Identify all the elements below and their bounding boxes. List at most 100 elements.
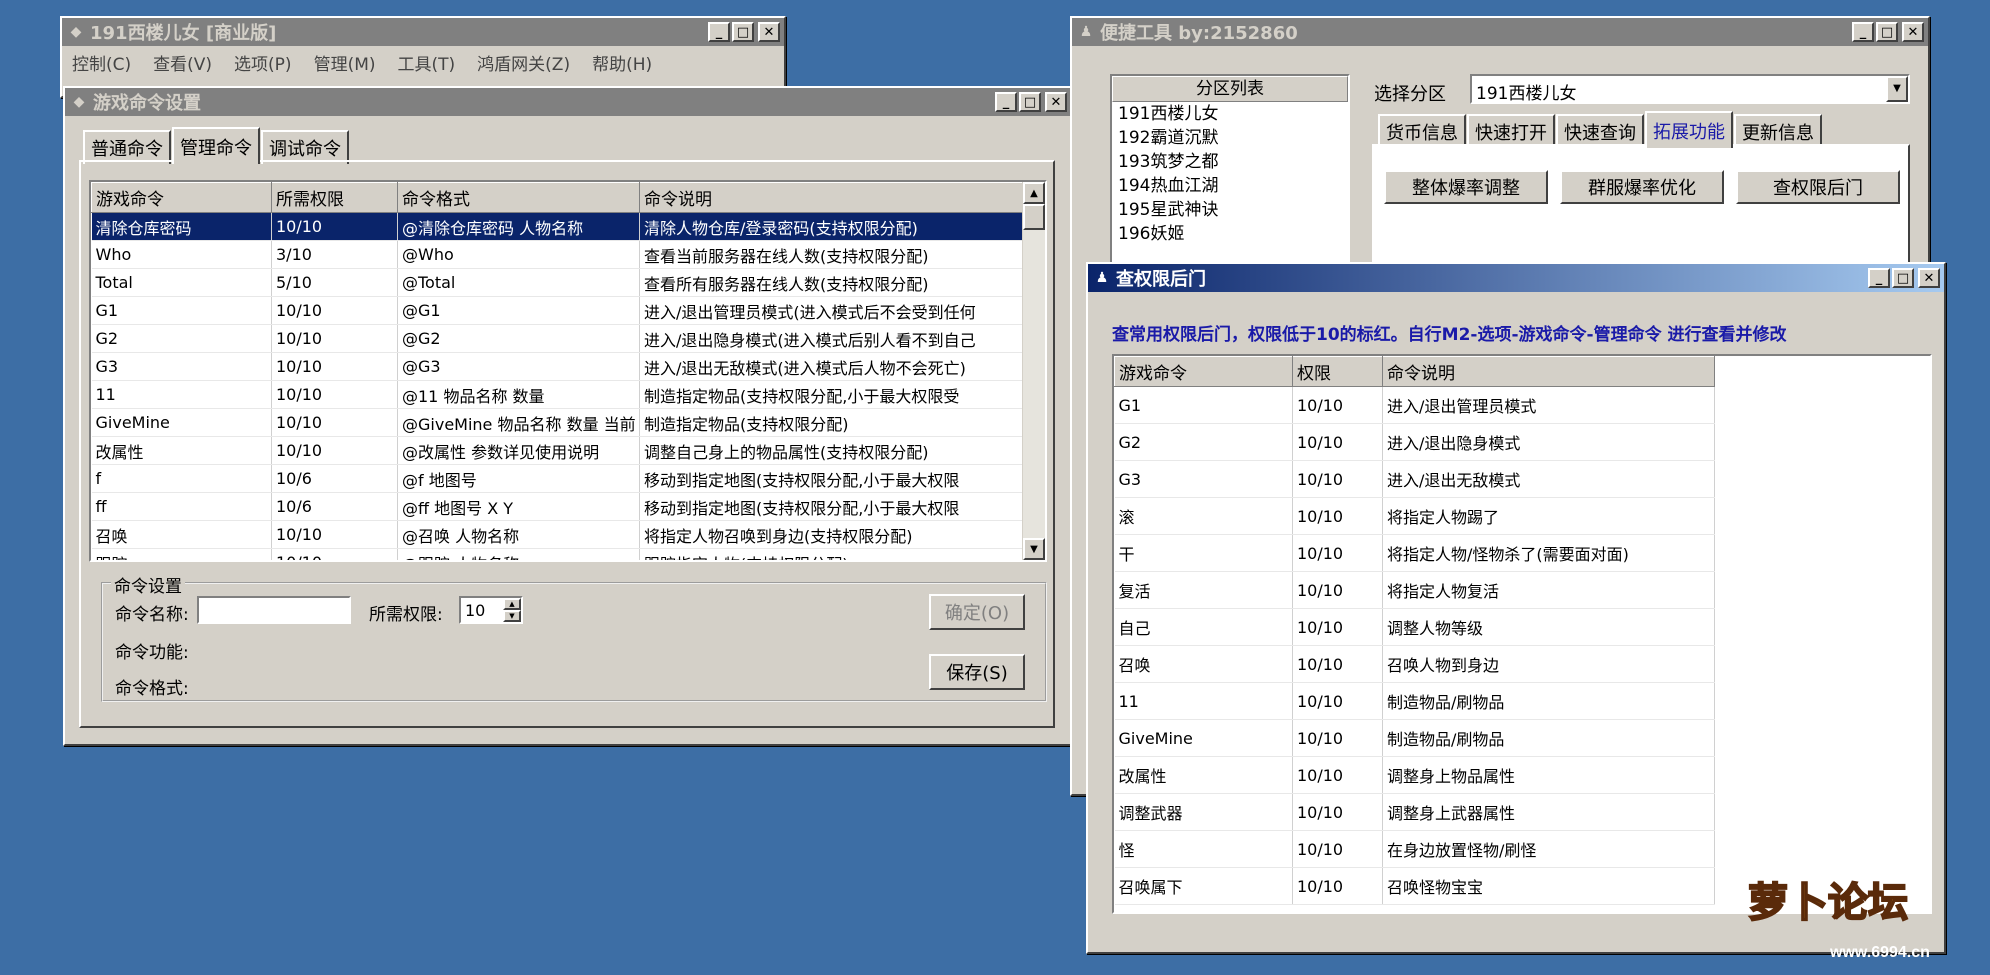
- column-header[interactable]: 所需权限: [271, 182, 398, 213]
- table-row[interactable]: 干 10/10 将指定人物/怪物杀了(需要面对面): [1114, 534, 1715, 572]
- command-function-label: 命令功能:: [115, 643, 189, 663]
- table-row[interactable]: 11 10/10 @11 物品名称 数量 制造指定物品(支持权限分配,小于最大权限受: [91, 380, 1024, 409]
- table-row[interactable]: f 10/6 @f 地图号 移动到指定地图(支持权限分配,小于最大权限: [91, 464, 1024, 493]
- table-row[interactable]: ff 10/6 @ff 地图号 X Y 移动到指定地图(支持权限分配,小于最大权限: [91, 492, 1024, 521]
- spin-down-button[interactable]: ▼: [503, 610, 521, 622]
- table-cell: 召唤: [91, 520, 272, 549]
- tab-normal-commands[interactable]: 普通命令: [83, 130, 171, 164]
- table-row[interactable]: 调整武器 10/10 调整身上武器属性: [1114, 793, 1715, 831]
- scroll-down-button[interactable]: ▼: [1023, 538, 1045, 560]
- close-button[interactable]: ✕: [758, 22, 780, 42]
- table-row[interactable]: 11 10/10 制造物品/刷物品: [1114, 682, 1715, 720]
- menu-item[interactable]: 控制(C): [72, 50, 131, 75]
- maximize-button[interactable]: □: [1892, 268, 1914, 288]
- table-row[interactable]: G1 10/10 进入/退出管理员模式: [1114, 386, 1715, 424]
- table-cell: G1: [91, 296, 272, 325]
- table-row[interactable]: 改属性 10/10 调整身上物品属性: [1114, 756, 1715, 794]
- table-row[interactable]: Who 3/10 @Who 查看当前服务器在线人数(支持权限分配): [91, 240, 1024, 269]
- table-cell: @G1: [397, 296, 640, 325]
- menu-item[interactable]: 查看(V): [153, 50, 212, 75]
- tab-debug-commands[interactable]: 调试命令: [261, 130, 349, 164]
- table-row[interactable]: 滚 10/10 将指定人物踢了: [1114, 497, 1715, 535]
- table-row[interactable]: G3 10/10 @G3 进入/退出无敌模式(进入模式后人物不会死亡): [91, 352, 1024, 381]
- table-row[interactable]: 清除仓库密码 10/10 @清除仓库密码 人物名称 清除人物仓库/登录密码(支持权限分…: [91, 212, 1024, 241]
- table-row[interactable]: 召唤 10/10 召唤人物到身边: [1114, 645, 1715, 683]
- table-cell: G3: [91, 352, 272, 381]
- column-header[interactable]: 命令说明: [1382, 356, 1715, 387]
- maximize-button[interactable]: □: [1019, 92, 1041, 112]
- command-format-label: 命令格式:: [115, 679, 189, 699]
- table-row[interactable]: G1 10/10 @G1 进入/退出管理员模式(进入模式后不会受到任何: [91, 296, 1024, 325]
- tools-tab[interactable]: 快速查询: [1556, 114, 1644, 148]
- table-row[interactable]: 改属性 10/10 @改属性 参数详见使用说明 调整自己身上的物品属性(支持权限分配): [91, 436, 1024, 465]
- scroll-up-button[interactable]: ▲: [1023, 182, 1045, 204]
- minimize-button[interactable]: _: [995, 92, 1017, 112]
- tab-admin-commands[interactable]: 管理命令: [172, 127, 260, 164]
- table-row[interactable]: 召唤属下 10/10 召唤怪物宝宝: [1114, 867, 1715, 905]
- table-scrollbar[interactable]: ▲ ▼: [1022, 182, 1045, 560]
- partition-list-item[interactable]: 194热血江湖: [1112, 174, 1348, 198]
- chevron-down-icon[interactable]: ▼: [1886, 76, 1908, 102]
- tools-tab[interactable]: 更新信息: [1734, 114, 1822, 148]
- backdoor-hint: 查常用权限后门，权限低于10的标红。自行M2-选项-游戏命令-管理命令 进行查看…: [1112, 325, 1787, 345]
- confirm-button[interactable]: 确定(O): [929, 594, 1025, 630]
- partition-select[interactable]: 191西楼儿女 ▼: [1470, 74, 1910, 104]
- menu-item[interactable]: 管理(M): [314, 50, 376, 75]
- partition-list-item[interactable]: 196妖姬: [1112, 222, 1348, 246]
- table-row[interactable]: G3 10/10 进入/退出无敌模式: [1114, 460, 1715, 498]
- column-header[interactable]: 游戏命令: [1114, 356, 1293, 387]
- table-row[interactable]: G2 10/10 @G2 进入/退出隐身模式(进入模式后别人看不到自己: [91, 324, 1024, 353]
- partition-list-item[interactable]: 193筑梦之都: [1112, 150, 1348, 174]
- table-cell: 将指定人物踢了: [1382, 497, 1715, 535]
- column-header[interactable]: 权限: [1292, 356, 1383, 387]
- command-name-input[interactable]: [197, 596, 351, 624]
- tools-window-titlebar: ♟ 便捷工具 by:2152860 _ □ ✕: [1072, 18, 1928, 46]
- close-button[interactable]: ✕: [1045, 92, 1067, 112]
- table-row[interactable]: GiveMine 10/10 制造物品/刷物品: [1114, 719, 1715, 757]
- partition-list-item[interactable]: 192霸道沉默: [1112, 126, 1348, 150]
- minimize-button[interactable]: _: [708, 22, 730, 42]
- table-cell: 10/10: [271, 520, 398, 549]
- table-cell: 10/10: [1292, 756, 1383, 794]
- close-button[interactable]: ✕: [1902, 22, 1924, 42]
- save-button[interactable]: 保存(S): [929, 654, 1025, 690]
- overall-droprate-button[interactable]: 整体爆率调整: [1384, 170, 1548, 204]
- partition-list-item[interactable]: 191西楼儿女: [1112, 102, 1348, 126]
- table-row[interactable]: G2 10/10 进入/退出隐身模式: [1114, 423, 1715, 461]
- menu-item[interactable]: 鸿盾网关(Z): [477, 50, 570, 75]
- table-cell: 复活: [1114, 571, 1293, 609]
- check-backdoor-button[interactable]: 查权限后门: [1736, 170, 1900, 204]
- minimize-button[interactable]: _: [1868, 268, 1890, 288]
- column-header[interactable]: 命令说明: [639, 182, 1024, 213]
- scroll-thumb[interactable]: [1023, 204, 1045, 230]
- maximize-button[interactable]: □: [732, 22, 754, 42]
- permission-spinner[interactable]: 10 ▲ ▼: [459, 596, 523, 624]
- table-cell: 调整身上物品属性: [1382, 756, 1715, 794]
- maximize-button[interactable]: □: [1876, 22, 1898, 42]
- tools-tab[interactable]: 货币信息: [1378, 114, 1466, 148]
- table-cell: 10/10: [1292, 645, 1383, 683]
- column-header[interactable]: 命令格式: [397, 182, 640, 213]
- column-header[interactable]: 游戏命令: [91, 182, 272, 213]
- menu-item[interactable]: 帮助(H): [592, 50, 652, 75]
- table-cell: 查看所有服务器在线人数(支持权限分配): [639, 268, 1024, 297]
- tools-tab[interactable]: 快速打开: [1467, 114, 1555, 148]
- table-cell: 改属性: [91, 436, 272, 465]
- menu-item[interactable]: 工具(T): [398, 50, 456, 75]
- partition-list-item[interactable]: 195星武神诀: [1112, 198, 1348, 222]
- table-cell: @ff 地图号 X Y: [397, 492, 640, 521]
- table-row[interactable]: 复活 10/10 将指定人物复活: [1114, 571, 1715, 609]
- close-button[interactable]: ✕: [1918, 268, 1940, 288]
- menu-item[interactable]: 选项(P): [234, 50, 292, 75]
- group-droprate-button[interactable]: 群服爆率优化: [1560, 170, 1724, 204]
- spin-up-button[interactable]: ▲: [503, 598, 521, 610]
- minimize-button[interactable]: _: [1852, 22, 1874, 42]
- table-row[interactable]: 跟踪10/10@跟踪 人物名称跟踪指定人物(支持权限分配): [91, 548, 1024, 560]
- table-row[interactable]: 怪 10/10 在身边放置怪物/刷怪: [1114, 830, 1715, 868]
- table-row[interactable]: Total 5/10 @Total 查看所有服务器在线人数(支持权限分配): [91, 268, 1024, 297]
- table-cell: 查看当前服务器在线人数(支持权限分配): [639, 240, 1024, 269]
- table-row[interactable]: GiveMine 10/10 @GiveMine 物品名称 数量 当前 制造指定物品(…: [91, 408, 1024, 437]
- table-row[interactable]: 召唤 10/10 @召唤 人物名称 将指定人物召唤到身边(支持权限分配): [91, 520, 1024, 549]
- tools-tab[interactable]: 拓展功能: [1645, 111, 1733, 148]
- table-row[interactable]: 自己 10/10 调整人物等级: [1114, 608, 1715, 646]
